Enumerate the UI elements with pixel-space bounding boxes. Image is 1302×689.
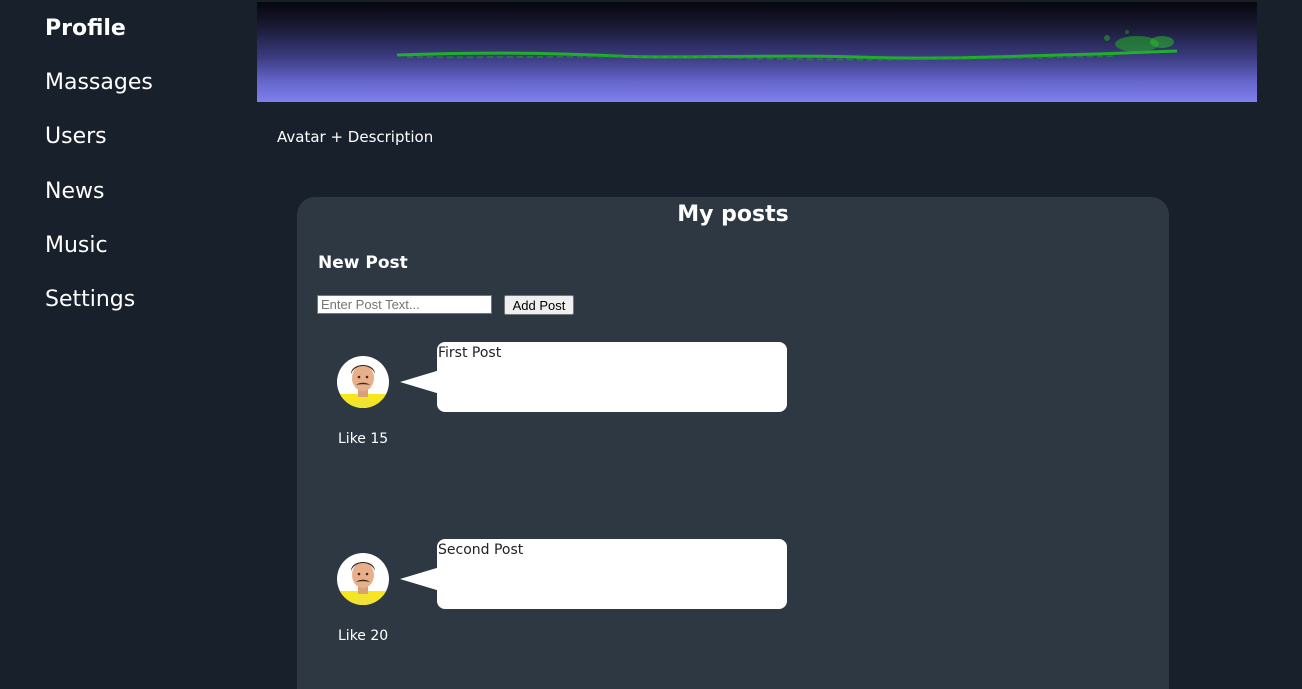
post-item: Second Post Like 20 [297, 539, 1169, 659]
app-root: Profile Massages Users News Music Settin… [0, 0, 1302, 689]
speech-bubble-tail [400, 370, 440, 394]
like-count[interactable]: Like 20 [338, 627, 388, 645]
man-avatar-icon [337, 356, 389, 408]
post-item: First Post Like 15 [297, 342, 1169, 462]
posts-title: My posts [677, 202, 789, 227]
my-posts-panel: My posts New Post Add Post First [297, 197, 1169, 689]
add-post-button[interactable]: Add Post [504, 295, 574, 315]
post-text: Second Post [437, 539, 787, 609]
nav-item-news[interactable]: News [45, 179, 104, 205]
nav-item-profile[interactable]: Profile [45, 16, 126, 42]
post-text: First Post [437, 342, 787, 412]
profile-description: Avatar + Description [277, 128, 434, 146]
nav-item-settings[interactable]: Settings [45, 287, 135, 313]
new-post-title: New Post [318, 253, 408, 273]
post-text-input[interactable] [317, 295, 492, 314]
nav-item-users[interactable]: Users [45, 124, 107, 150]
like-count[interactable]: Like 15 [338, 430, 388, 448]
man-avatar-icon [337, 553, 389, 605]
banner-spectrogram-graphic [396, 30, 1178, 61]
speech-bubble-tail [400, 567, 440, 591]
nav-item-messages[interactable]: Massages [45, 70, 153, 96]
sidebar-nav: Profile Massages Users News Music Settin… [0, 0, 257, 689]
nav-item-music[interactable]: Music [45, 233, 108, 259]
header-banner-image [257, 2, 1257, 102]
